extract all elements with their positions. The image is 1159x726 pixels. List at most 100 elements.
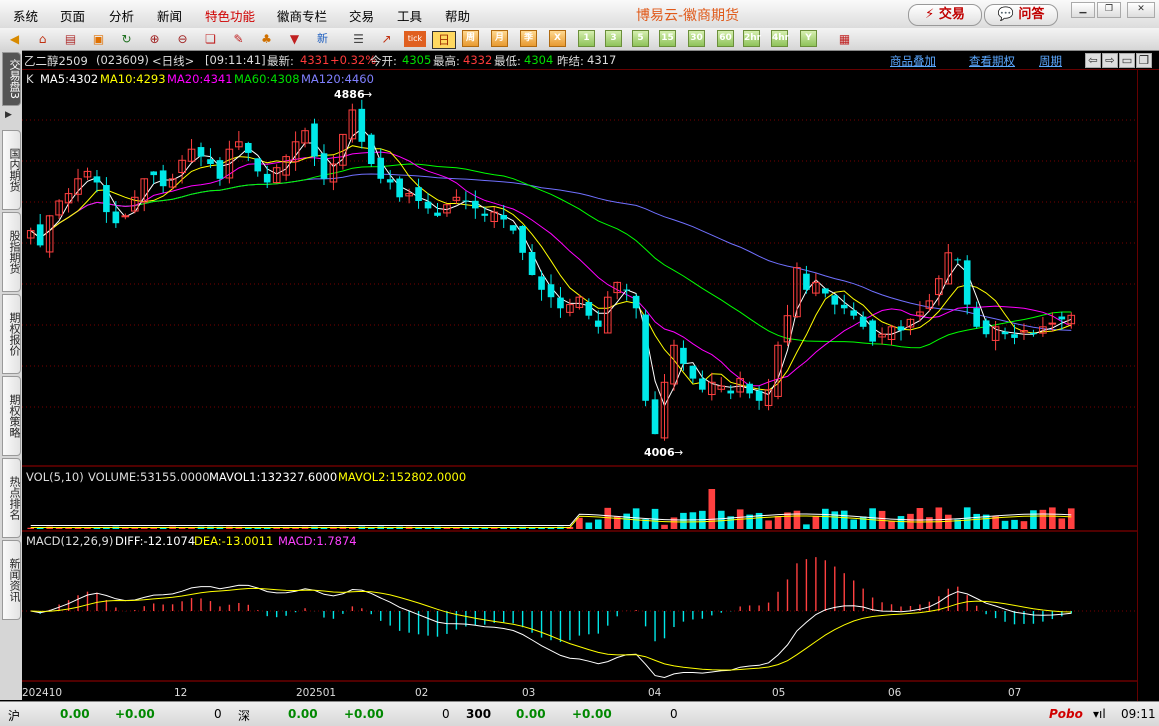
side-tab-hot-ranking[interactable]: 热点排名 [2,458,21,538]
candle-body [585,302,593,316]
candle-body [594,320,602,327]
low-arrow-icon: → [674,446,683,459]
candle-body [519,225,526,253]
close-button[interactable]: ✕ [1127,2,1155,18]
side-tab-option-quotes[interactable]: 期权报价 [2,294,21,374]
candle-body [699,378,706,390]
menu-help[interactable]: 帮助 [445,6,470,25]
volume-bar [670,517,678,529]
day-button[interactable]: 日 [432,31,456,49]
tick-button[interactable]: tick [404,31,426,47]
menu-tools[interactable]: 工具 [397,6,422,25]
nav-right-icon[interactable]: ⇨ [1102,53,1118,68]
candle-body [377,157,385,179]
bell-icon[interactable]: ♣ [258,31,275,47]
candle-body [36,224,44,246]
side-tab-news[interactable]: 新闻资讯 [2,540,21,620]
period-2hr-button[interactable]: 2hr [743,30,761,47]
period-1-button[interactable]: 1 [578,30,595,47]
chart-line-icon[interactable]: ↗ [378,31,395,47]
volume-bar [594,519,602,529]
volume-legend: VOL(5,10) VOLUME:53155.0000 MAVOL1:13232… [22,470,922,486]
qa-button[interactable]: 💬 问答 [984,4,1058,26]
period-5-button[interactable]: 5 [632,30,649,47]
x-button[interactable]: X [549,30,566,47]
side-collapse-icon[interactable]: ▶ [5,110,12,120]
candle-body [623,289,630,291]
volume-bar [604,507,612,529]
side-tab-domestic-futures[interactable]: 国内期货 [2,130,21,210]
list-icon[interactable]: ▦ [836,31,853,47]
macd-dea: DEA:-13.0011 [194,534,274,548]
volume-bar [812,516,820,529]
nav-left-icon[interactable]: ⇦ [1085,53,1101,68]
sh-index: 0.00 [60,707,90,721]
nav-restore-icon[interactable]: ❐ [1136,53,1152,68]
maximize-button[interactable]: ❐ [1097,2,1121,18]
sz-change: +0.00 [344,707,384,721]
period-15-button[interactable]: 15 [659,30,676,47]
volume-bar [926,517,933,529]
filter-icon[interactable]: ▼ [286,31,303,47]
period-y-button[interactable]: Y [800,30,817,47]
x-label: 02 [415,687,428,699]
sz-label: 深 [238,709,251,723]
period-60-button[interactable]: 60 [717,30,734,47]
draw-pen-icon[interactable]: ✎ [230,31,247,47]
overlay-link[interactable]: 商品叠加 [890,53,936,69]
volume-bar [585,522,593,529]
menu-huishang[interactable]: 徽商专栏 [277,6,327,25]
minimize-button[interactable]: ▁ [1071,2,1095,18]
period-link[interactable]: 周期 [1039,53,1062,69]
menu-page[interactable]: 页面 [60,6,85,25]
candle-body [538,276,545,290]
week-button[interactable]: 周 [462,30,479,47]
volume-bar [632,508,640,529]
menu-features[interactable]: 特色功能 [205,6,255,25]
zoom-in-icon[interactable]: ⊕ [146,31,163,47]
candle-body [746,383,753,394]
x-label: 05 [772,687,785,699]
new-icon[interactable]: 新 [314,31,331,47]
table-icon[interactable]: ☰ [350,31,367,47]
candle-body [1001,331,1009,335]
period-30-button[interactable]: 30 [688,30,705,47]
zoom-out-icon[interactable]: ⊖ [174,31,191,47]
x-label: 06 [888,687,902,699]
volume-bar [935,507,943,529]
options-link[interactable]: 查看期权 [969,53,1015,69]
c300-change: +0.00 [572,707,612,721]
window-icon[interactable]: ❏ [202,31,219,47]
menu-system[interactable]: 系统 [13,6,38,25]
volume-bar [708,489,716,529]
period-3-button[interactable]: 3 [605,30,622,47]
season-button[interactable]: 季 [520,30,537,47]
nav-minimize-icon[interactable]: ▭ [1119,53,1135,68]
side-tab-trade3[interactable]: 交易盘3 [2,52,21,106]
sz-volume: 0 [442,707,450,721]
candle-body [112,211,120,224]
quote-list-icon[interactable]: ▤ [62,31,79,47]
menu-trade[interactable]: 交易 [349,6,374,25]
menu-analysis[interactable]: 分析 [109,6,134,25]
side-tab-option-strategy[interactable]: 期权策略 [2,376,21,456]
candle-body [415,187,422,201]
candle-body [547,284,555,298]
candle-body [150,171,158,176]
menu-news[interactable]: 新闻 [157,6,182,25]
ma10-label: MA10:4293 [100,72,166,86]
low-label: 最低: [494,54,521,68]
month-button[interactable]: 月 [491,30,508,47]
candle-body [159,170,167,187]
back-arrow-icon[interactable]: ◀ [6,31,23,47]
candle-body [850,310,858,316]
home-icon[interactable]: ⌂ [34,31,51,47]
x-label: 07 [1008,687,1021,699]
last-label: 最新: [267,54,294,68]
side-tab-index-futures[interactable]: 股指期货 [2,212,21,292]
trade-button[interactable]: ⚡ 交易 [908,4,982,26]
volume-bar [850,519,858,529]
refresh-icon[interactable]: ↻ [118,31,135,47]
f10-icon[interactable]: ▣ [90,31,107,47]
period-4hr-button[interactable]: 4hr [771,30,789,47]
